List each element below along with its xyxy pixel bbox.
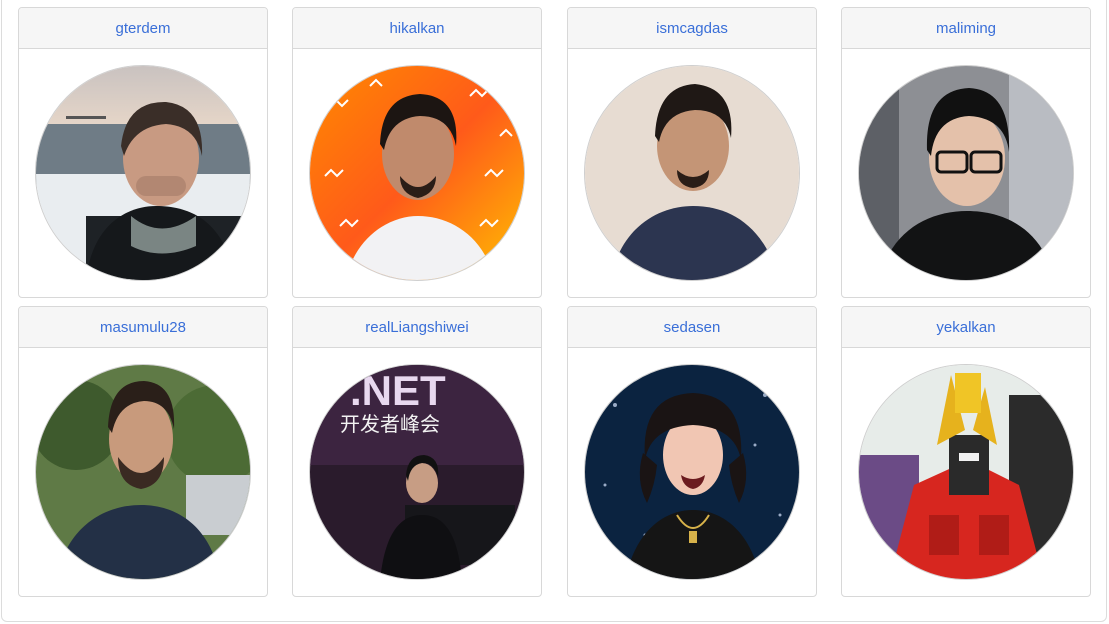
card-header: sedasen [568,307,816,348]
card-header: yekalkan [842,307,1090,348]
contributor-avatar[interactable] [858,65,1074,281]
contributor-card[interactable]: ismcagdas [567,7,817,298]
contributor-avatar[interactable] [309,65,525,281]
card-header: masumulu28 [19,307,267,348]
contributor-avatar[interactable] [35,364,251,580]
contributor-card[interactable]: hikalkan [292,7,542,298]
contributor-username-link[interactable]: yekalkan [936,319,995,336]
card-header: gterdem [19,8,267,49]
contributor-username-link[interactable]: maliming [936,20,996,37]
contributor-avatar[interactable] [584,65,800,281]
contributor-avatar[interactable]: .NET 开发者峰会 [309,364,525,580]
contributor-username-link[interactable]: sedasen [664,319,721,336]
contributor-card[interactable]: gterdem [18,7,268,298]
contributor-card[interactable]: sedasen [567,306,817,597]
contributor-username-link[interactable]: hikalkan [389,20,444,37]
contributor-username-link[interactable]: ismcagdas [656,20,728,37]
photo-banner-subtitle: 开发者峰会 [340,412,440,436]
contributor-card[interactable]: masumulu28 [18,306,268,597]
contributor-username-link[interactable]: realLiangshiwei [365,319,468,336]
contributor-username-link[interactable]: gterdem [115,20,170,37]
card-header: ismcagdas [568,8,816,49]
contributor-card[interactable]: maliming [841,7,1091,298]
photo-banner-title: .NET [350,367,446,414]
contributor-username-link[interactable]: masumulu28 [100,319,186,336]
card-header: hikalkan [293,8,541,49]
card-header: realLiangshiwei [293,307,541,348]
card-header: maliming [842,8,1090,49]
contributor-card[interactable]: yekalkan [841,306,1091,597]
contributor-avatar[interactable] [858,364,1074,580]
contributor-avatar[interactable] [35,65,251,281]
contributor-card[interactable]: realLiangshiwei .NET 开发者峰会 [292,306,542,597]
contributor-avatar[interactable] [584,364,800,580]
